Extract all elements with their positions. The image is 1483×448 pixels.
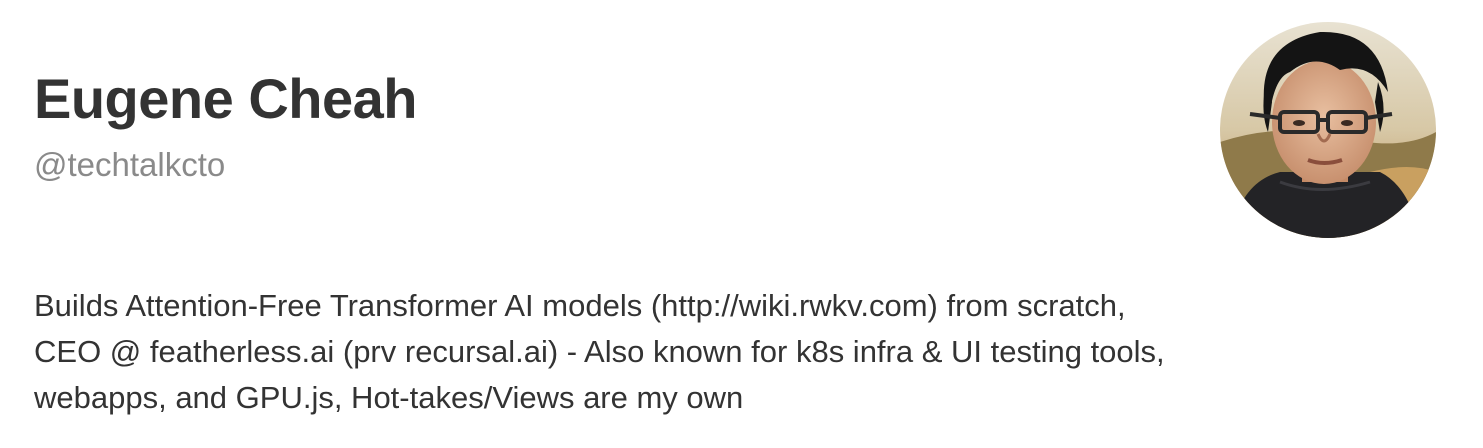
profile-avatar[interactable] — [1220, 22, 1436, 238]
bio-line: webapps, and GPU.js, Hot-takes/Views are… — [34, 380, 744, 415]
profile-handle[interactable]: @techtalkcto — [34, 146, 225, 184]
profile-card: Eugene Cheah @techtalkcto Builds Attenti… — [0, 0, 1483, 448]
avatar-photo-icon — [1220, 22, 1436, 238]
profile-bio: Builds Attention-Free Transformer AI mod… — [34, 283, 1454, 421]
profile-name: Eugene Cheah — [34, 67, 417, 130]
bio-line: CEO @ featherless.ai (prv recursal.ai) -… — [34, 334, 1165, 369]
bio-line: Builds Attention-Free Transformer AI mod… — [34, 288, 1126, 323]
